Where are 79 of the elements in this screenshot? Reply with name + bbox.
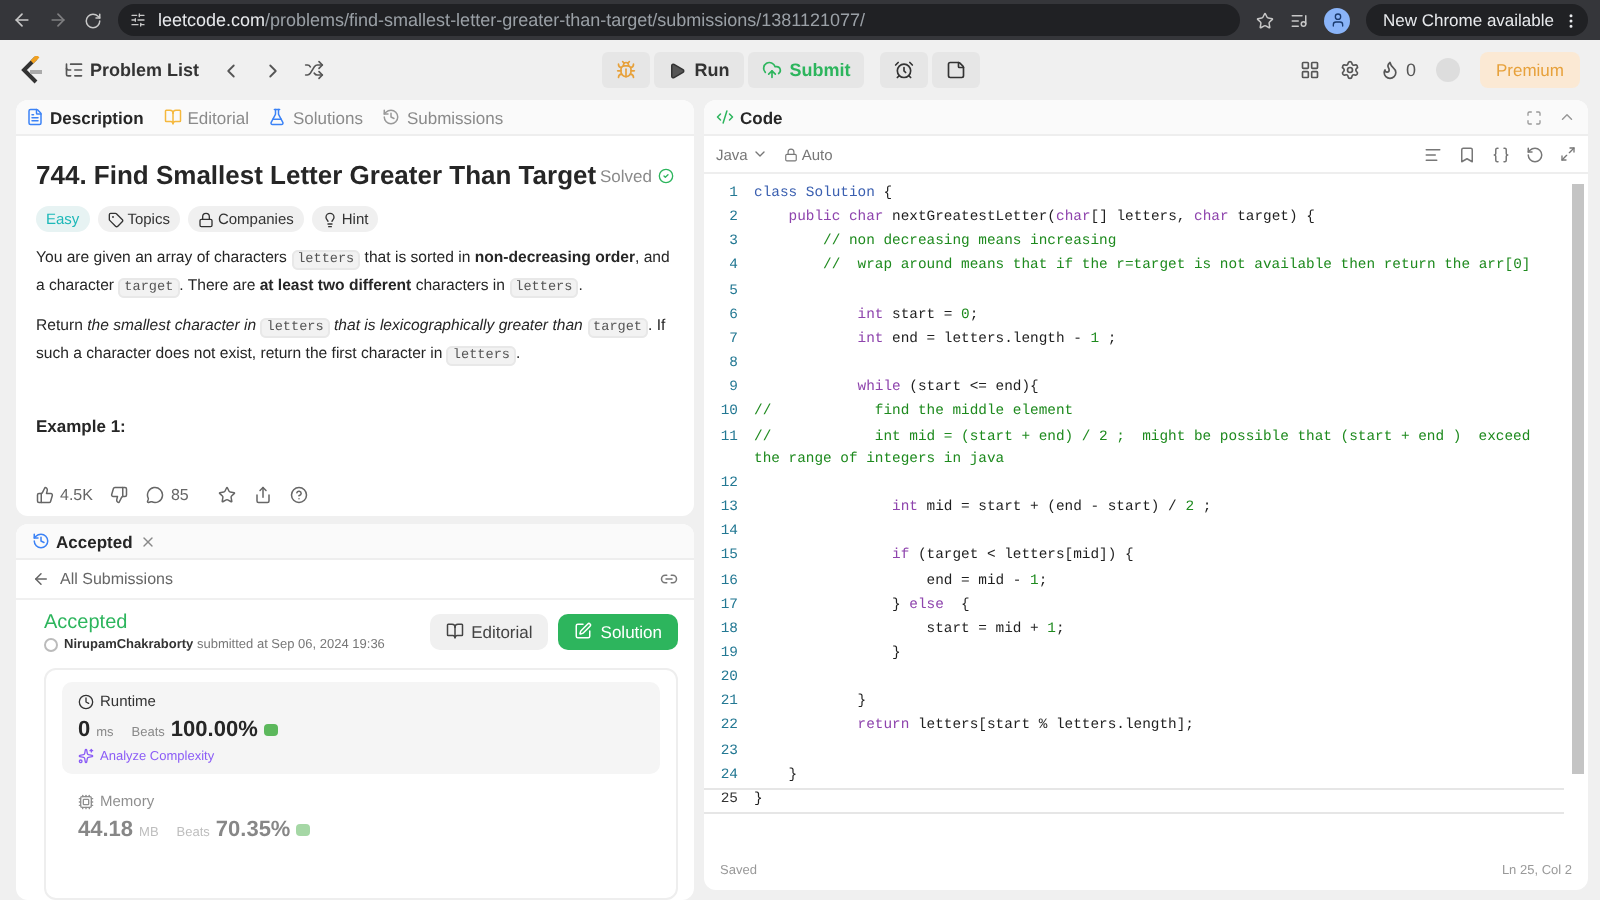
flame-icon <box>1379 60 1400 80</box>
badge-icon <box>296 824 311 836</box>
badge-icon <box>263 724 278 736</box>
close-icon[interactable] <box>140 533 157 549</box>
document-icon <box>26 108 44 126</box>
shuffle-icon[interactable] <box>303 60 324 80</box>
star-icon[interactable] <box>218 485 237 503</box>
metric-value: 0 <box>78 718 91 742</box>
alarm-clock-icon <box>894 60 915 80</box>
help-icon[interactable] <box>290 485 309 503</box>
braces-icon[interactable] <box>1492 145 1510 163</box>
logo-icon[interactable] <box>20 56 44 84</box>
address-bar[interactable]: leetcode.com/problems/find-smallest-letter-greater-than-target/submissions/1381121077/ <box>118 4 1241 36</box>
timer-button[interactable] <box>880 52 929 88</box>
speech-bubble-icon <box>146 485 165 503</box>
run-button[interactable]: Run <box>654 52 744 88</box>
link-icon[interactable] <box>660 570 678 588</box>
tag-icon <box>107 211 124 227</box>
code-icon <box>716 108 734 126</box>
editorial-button[interactable]: Editorial <box>429 613 549 650</box>
chevron-down-icon <box>751 146 768 162</box>
note-icon <box>946 60 967 80</box>
history-icon <box>382 108 401 126</box>
reload-icon[interactable] <box>84 11 102 29</box>
comments-button[interactable]: 85 <box>146 485 189 503</box>
chevron-up-icon[interactable] <box>1558 108 1576 126</box>
accepted-tab[interactable]: Accepted <box>32 531 133 551</box>
lightbulb-icon <box>321 211 338 227</box>
forward-icon[interactable] <box>48 10 68 30</box>
beats-value: 100.00% <box>170 718 258 742</box>
media-icon[interactable] <box>1290 11 1309 29</box>
play-icon <box>668 61 687 79</box>
thumbs-down-icon[interactable] <box>110 485 129 503</box>
arrow-left-icon <box>32 570 50 588</box>
streak-counter[interactable]: 0 <box>1379 60 1416 80</box>
format-icon[interactable] <box>1424 145 1442 163</box>
notes-button[interactable] <box>932 52 981 88</box>
all-submissions-link[interactable]: All Submissions <box>32 570 173 588</box>
update-button[interactable]: New Chrome available <box>1366 4 1588 36</box>
check-circle-icon <box>658 167 674 183</box>
book-icon <box>163 108 182 126</box>
clock-icon <box>78 693 94 709</box>
panel-tab[interactable]: Solutions <box>268 107 363 127</box>
like-button[interactable]: 4.5K <box>36 485 93 503</box>
bug-icon <box>616 60 637 80</box>
panel-tab[interactable]: Submissions <box>382 107 504 127</box>
undo-icon[interactable] <box>1526 145 1544 163</box>
bookmark-icon[interactable] <box>1458 145 1476 163</box>
code-tab[interactable]: Code <box>716 107 783 127</box>
star-icon[interactable] <box>1256 11 1275 29</box>
sparkles-icon <box>78 748 94 764</box>
flask-icon <box>268 108 287 126</box>
back-icon[interactable] <box>12 10 32 30</box>
example-heading: Example 1: <box>36 416 128 436</box>
metric-value: 44.18 <box>78 818 134 842</box>
edit-icon <box>574 622 593 641</box>
chip-icon <box>78 793 94 809</box>
panel-tab[interactable]: Editorial <box>163 107 249 127</box>
lock-icon <box>783 147 798 161</box>
settings-icon[interactable] <box>1339 60 1360 80</box>
accepted-status: Accepted <box>44 612 130 634</box>
layout-icon[interactable] <box>1299 60 1320 80</box>
beats-value: 70.35% <box>215 818 291 842</box>
user-avatar-icon <box>44 638 58 652</box>
lock-icon <box>197 211 214 227</box>
history-icon <box>32 532 50 550</box>
panel-tab[interactable]: Description <box>26 107 144 127</box>
share-icon[interactable] <box>254 485 273 503</box>
thumbs-up-icon <box>36 485 54 503</box>
problem-title: 744. Find Smallest Letter Greater Than Target <box>36 160 597 190</box>
list-icon <box>64 60 84 80</box>
profile-icon[interactable] <box>1324 7 1351 33</box>
upload-icon <box>761 60 782 80</box>
problem-list-link[interactable]: Problem List <box>64 60 200 80</box>
expand-icon[interactable] <box>1560 146 1576 162</box>
solved-status: Solved <box>600 165 674 185</box>
site-settings-icon <box>130 12 146 28</box>
book-icon <box>445 622 464 641</box>
scrollbar[interactable] <box>1572 184 1584 774</box>
